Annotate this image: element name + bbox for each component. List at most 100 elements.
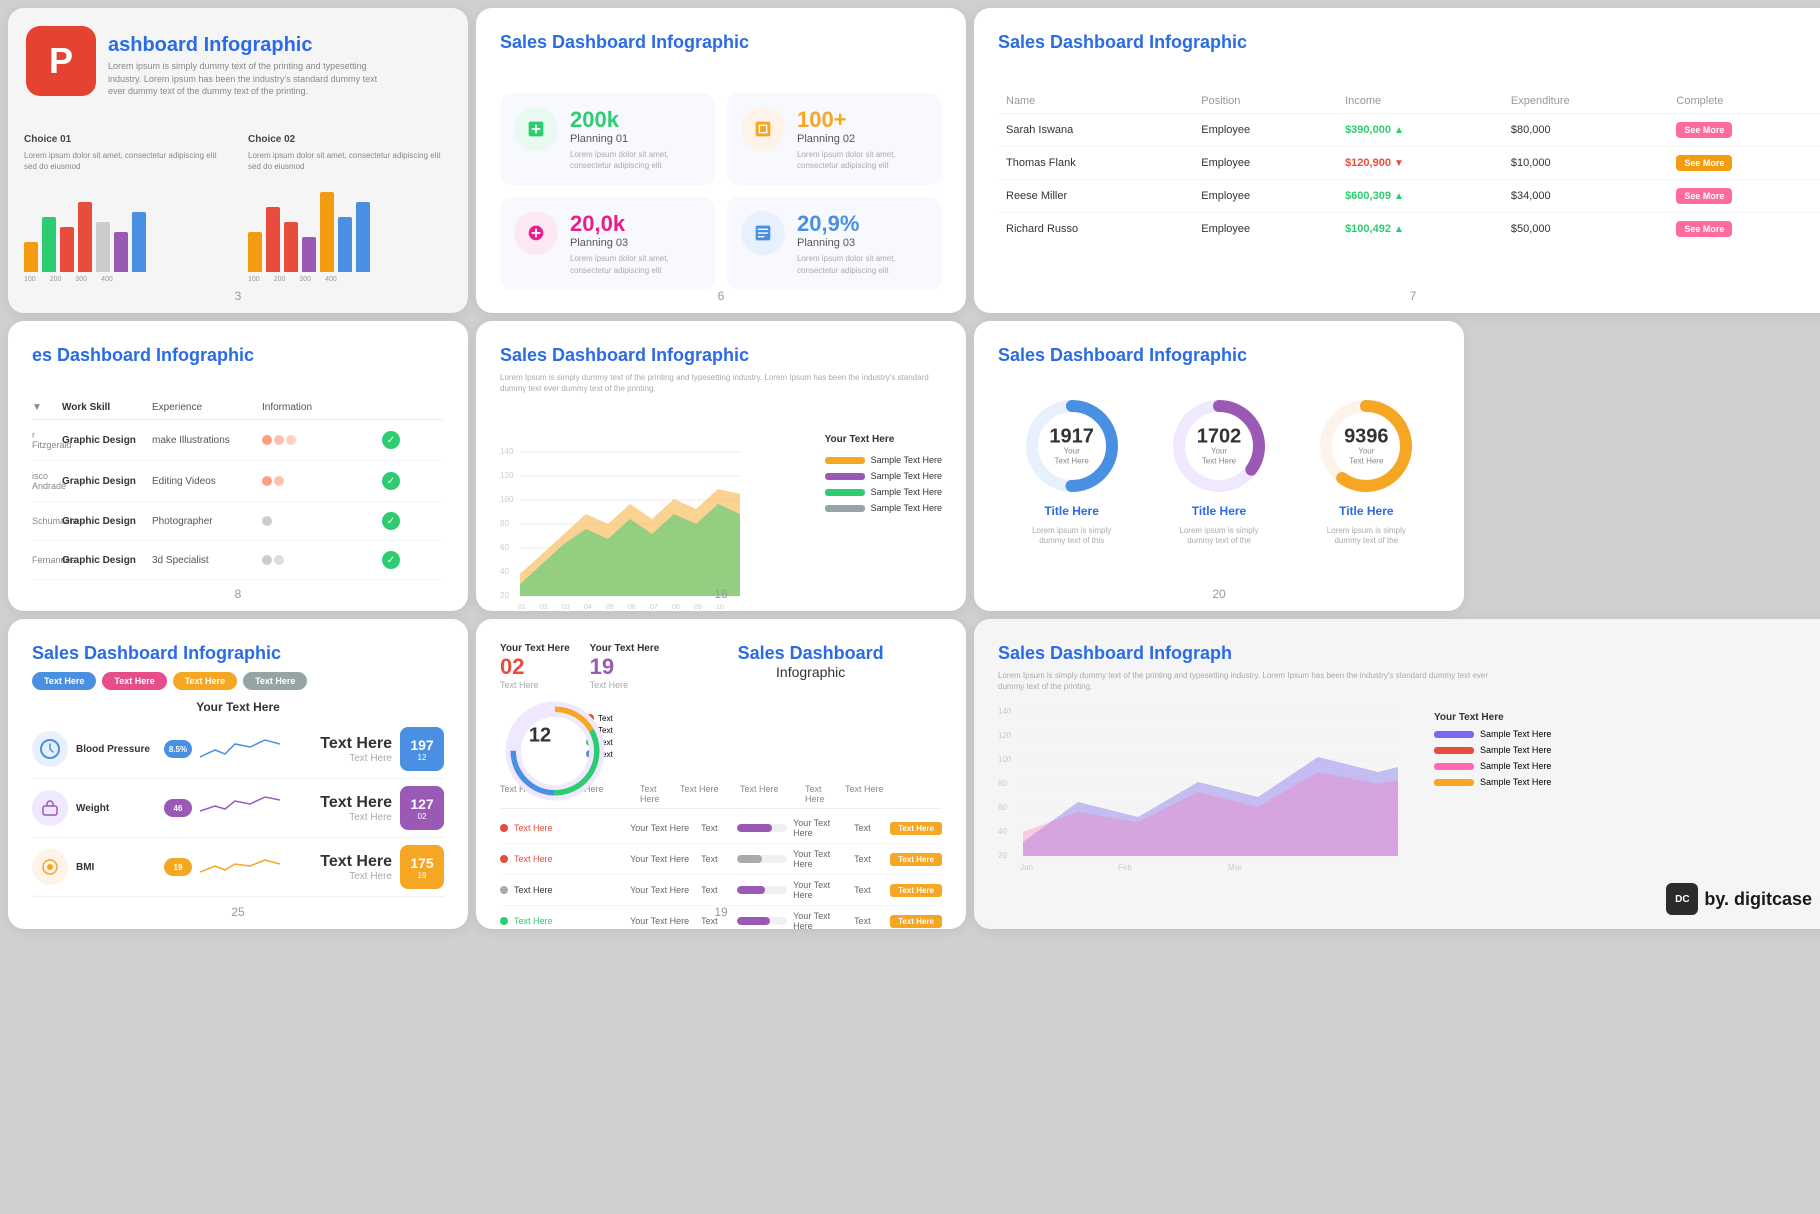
planning-content-2: 100+ Planning 02 Lorem ipsum dolor sit a… — [797, 107, 928, 171]
card9-sales: Sales Dashboard — [998, 643, 1149, 663]
card8-header: Your Text Here 02 Text Here Your Text He… — [500, 643, 942, 690]
row-check-2: ✓ — [382, 472, 422, 490]
card3-sales: Sales Dashboard — [998, 32, 1149, 52]
health-vals-bmi: Text Here Text Here — [320, 853, 392, 882]
bar-label: 300 — [299, 276, 311, 283]
col-h-5: Text Here — [740, 784, 795, 804]
data-bar-2 — [737, 855, 787, 863]
check-icon: ✓ — [382, 431, 400, 449]
col-workskill: Work Skill — [62, 402, 152, 413]
card1-title: ashboard Infographic — [108, 34, 312, 57]
page-num-2: 6 — [718, 289, 725, 303]
legend-label-4: Sample Text Here — [871, 503, 942, 513]
skills-table: ▼ Work Skill Experience Information r Fi… — [32, 396, 444, 580]
cell-income: $100,492 ▲ — [1337, 213, 1503, 246]
planning-icon-2 — [741, 107, 785, 151]
cell-position: Employee — [1193, 213, 1337, 246]
card2-infographic: Infographic — [651, 32, 749, 52]
data-val-1: Your Text Here — [630, 823, 695, 833]
legend-color-3 — [825, 489, 865, 496]
svg-text:01: 01 — [518, 604, 526, 611]
dot — [274, 435, 284, 445]
page-num-6: 20 — [1212, 587, 1225, 601]
card-ppt: P ashboard Infographic Lorem ipsum is si… — [8, 8, 468, 313]
card-donuts: Sales Dashboard Infographic 1917 YourTex… — [974, 321, 1464, 611]
card9-legend-color-2 — [1434, 747, 1474, 754]
dot — [286, 435, 296, 445]
planning-desc-1: Lorem ipsum dolor sit amet, consectetur … — [570, 149, 701, 171]
see-more-btn[interactable]: See More — [1676, 188, 1732, 204]
bar-item — [302, 237, 316, 272]
svg-text:09: 09 — [694, 604, 702, 611]
row-exp-1: make Illustrations — [152, 435, 262, 446]
card9-legend-item-3: Sample Text Here — [1434, 761, 1551, 771]
bar-col — [24, 242, 38, 272]
svg-text:20: 20 — [500, 591, 509, 600]
area-chart-svg: 140 120 100 80 60 40 20 01 — [500, 444, 760, 611]
data-val-6: Text — [701, 854, 731, 864]
choice1-desc: Lorem ipsum dolor sit amet, consectetur … — [24, 151, 228, 172]
page-num-8: 19 — [714, 905, 727, 919]
planning-label-3: Planning 03 — [570, 237, 701, 249]
sparkline-bmi — [200, 850, 312, 885]
see-more-btn[interactable]: See More — [1676, 155, 1732, 171]
header-label-2: Your Text Here — [590, 643, 660, 654]
data-tag-3: Text Here — [890, 884, 942, 897]
col-h-7: Text Here — [845, 784, 890, 804]
data-dot-3 — [500, 886, 508, 894]
skills-row: Fernandes Graphic Design 3d Specialist ✓ — [32, 541, 444, 580]
see-more-btn[interactable]: See More — [1676, 221, 1732, 237]
card8-sales: Sales Dashboard — [679, 643, 942, 664]
row-info-2 — [262, 476, 382, 486]
page-num-5: 16 — [714, 587, 727, 601]
data-val-5: Your Text Here — [630, 854, 695, 864]
row-skill-2: Graphic Design — [62, 476, 152, 487]
big-donut-svg — [500, 696, 610, 806]
card1-subtitle: Lorem ipsum is simply dummy text of the … — [108, 60, 388, 98]
card3-infographic: Infographic — [1149, 32, 1247, 52]
health-val-sub-weight: Text Here — [320, 812, 392, 823]
col-h-3: Text Here — [640, 784, 670, 804]
donut-num-2: 1702 — [1197, 426, 1242, 446]
svg-text:08: 08 — [672, 604, 680, 611]
donut-row: 1917 YourText Here Title Here Lorem ipsu… — [998, 396, 1440, 547]
row-skill-1: Graphic Design — [62, 435, 152, 446]
area-pink — [1023, 772, 1398, 856]
svg-text:40: 40 — [500, 567, 509, 576]
card5-subtitle: Lorem Ipsum is simply dummy text of the … — [500, 372, 942, 394]
bar-item — [96, 222, 110, 272]
see-more-btn[interactable]: See More — [1676, 122, 1732, 138]
planning-icon-4 — [741, 211, 785, 255]
data-text-2: Text Here — [514, 854, 624, 864]
card-table: Sales Dashboard Infographic Name Positio… — [974, 8, 1820, 313]
planning-desc-2: Lorem ipsum dolor sit amet, consectetur … — [797, 149, 928, 171]
card9-legend-color-1 — [1434, 731, 1474, 738]
donut-title-2: Title Here — [1192, 504, 1246, 518]
check-icon: ✓ — [382, 551, 400, 569]
legend-color-1 — [825, 457, 865, 464]
data-dot-4 — [500, 917, 508, 925]
bar-labels-1: 100 200 300 400 — [24, 276, 228, 283]
data-row-3: Text Here Your Text Here Text Your Text … — [500, 875, 942, 906]
health-badge-bmi: 19 — [164, 858, 192, 876]
row-check-4: ✓ — [382, 551, 422, 569]
svg-text:60: 60 — [500, 543, 509, 552]
data-val-9: Your Text Here — [630, 885, 695, 895]
card9-legend-title: Your Text Here — [1434, 712, 1551, 723]
choice2-label: Choice 02 — [248, 134, 452, 145]
cell-expenditure: $80,000 — [1503, 114, 1669, 147]
health-label-weight: Weight — [76, 803, 156, 814]
bar-label: 100 — [24, 276, 36, 283]
area-chart-svg-2: 140 120 100 80 60 40 20 Jan — [998, 702, 1418, 877]
cell-expenditure: $10,000 — [1503, 147, 1669, 180]
bar-group-2: Choice 02 Lorem ipsum dolor sit amet, co… — [248, 134, 452, 283]
health-label-bp: Blood Pressure — [76, 744, 156, 755]
col-action — [382, 402, 422, 413]
card9-subtitle: Lorem Ipsum is simply dummy text of the … — [998, 670, 1498, 692]
health-icon-weight — [32, 790, 68, 826]
cell-name: Sarah Iswana — [998, 114, 1193, 147]
card6-title: Sales Dashboard Infographic — [998, 345, 1440, 366]
card-planning: Sales Dashboard Infographic 200k Plannin… — [476, 8, 966, 313]
data-tag-2: Text Here — [890, 853, 942, 866]
header-sub-1: Text Here — [500, 680, 570, 690]
